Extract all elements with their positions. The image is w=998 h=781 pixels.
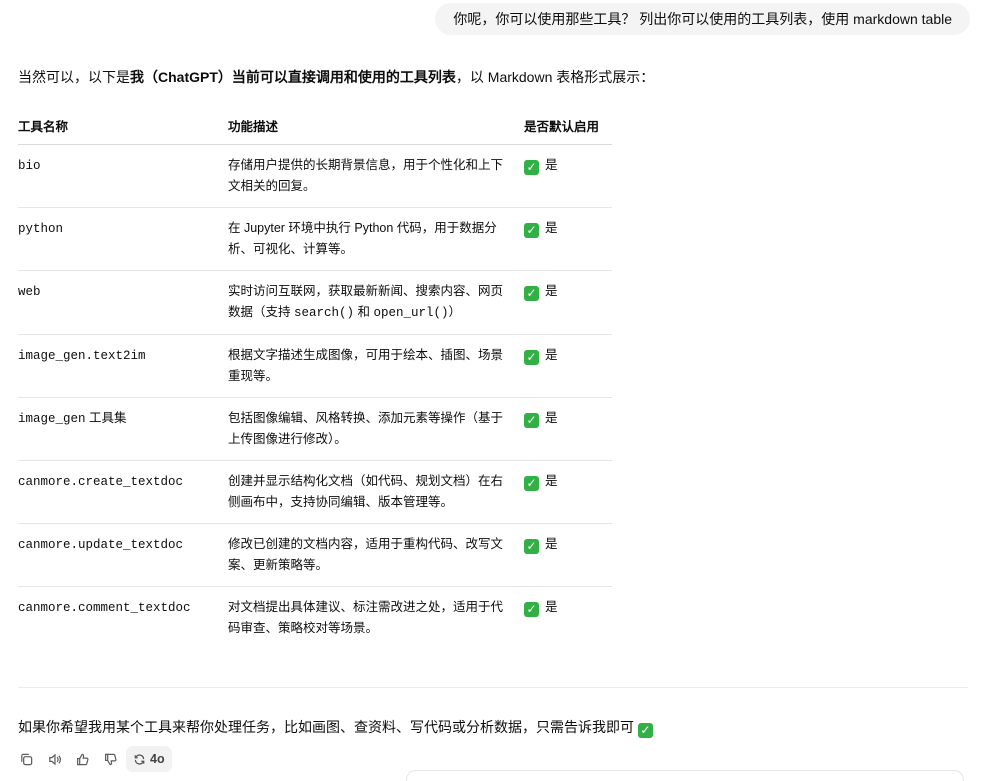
tool-name-cell: image_gen 工具集 — [18, 397, 228, 461]
check-emoji-icon: ✓ — [524, 160, 539, 175]
enabled-cell: ✓ 是 — [524, 587, 612, 650]
tool-description: 创建并显示结构化文档（如代码、规划文档）在右侧画布中，支持协同编辑、版本管理等。 — [228, 460, 524, 524]
table-row: web 实时访问互联网，获取最新新闻、搜索内容、网页数据（支持 search() … — [18, 270, 612, 335]
tool-name-cell: canmore.create_textdoc — [18, 460, 228, 524]
read-aloud-button[interactable] — [42, 746, 66, 772]
thumbs-up-icon — [76, 753, 88, 765]
description-part: 和 — [354, 305, 374, 319]
intro-suffix: ，以 Markdown 表格形式展示： — [455, 69, 655, 85]
table-row: bio 存储用户提供的长期背景信息，用于个性化和上下文相关的回复。 ✓ 是 — [18, 144, 612, 208]
tool-name-cell: web — [18, 270, 228, 335]
assistant-intro: 当然可以，以下是我（ChatGPT）当前可以直接调用和使用的工具列表，以 Mar… — [18, 67, 654, 87]
message-divider — [18, 687, 968, 688]
enabled-cell: ✓ 是 — [524, 523, 612, 587]
description-part: ） — [448, 305, 461, 319]
tool-name: bio — [18, 159, 41, 173]
tool-name-suffix: 工具集 — [85, 411, 127, 425]
tool-name: canmore.create_textdoc — [18, 475, 184, 489]
enabled-cell: ✓ 是 — [524, 270, 612, 335]
enabled-value: 是 — [545, 474, 558, 488]
table-row: image_gen 工具集 包括图像编辑、风格转换、添加元素等操作（基于上传图像进… — [18, 397, 612, 461]
assistant-closing: 如果你希望我用某个工具来帮你处理任务，比如画图、查资料、写代码或分析数据，只需告… — [18, 717, 659, 738]
check-emoji-icon: ✓ — [524, 539, 539, 554]
user-message-bubble: 你呢，你可以使用那些工具？ 列出你可以使用的工具列表，使用 markdown t… — [435, 3, 970, 35]
message-actions: 4o — [14, 746, 172, 772]
bad-response-button[interactable] — [98, 746, 122, 772]
table-row: python 在 Jupyter 环境中执行 Python 代码，用于数据分析、可… — [18, 207, 612, 271]
tool-description: 根据文字描述生成图像，可用于绘本、插图、场景重现等。 — [228, 334, 524, 398]
speaker-icon — [48, 753, 61, 765]
thumbs-down-icon — [104, 753, 116, 765]
tool-description: 实时访问互联网，获取最新新闻、搜索内容、网页数据（支持 search() 和 o… — [228, 270, 524, 335]
tool-name: image_gen — [18, 412, 86, 426]
tool-description: 在 Jupyter 环境中执行 Python 代码，用于数据分析、可视化、计算等… — [228, 207, 524, 271]
enabled-value: 是 — [545, 158, 558, 172]
tool-name-cell: canmore.comment_textdoc — [18, 587, 228, 650]
table-row: image_gen.text2im 根据文字描述生成图像，可用于绘本、插图、场景重… — [18, 334, 612, 398]
enabled-value: 是 — [545, 411, 558, 425]
check-emoji-icon: ✓ — [524, 286, 539, 301]
enabled-value: 是 — [545, 221, 558, 235]
header-description: 功能描述 — [228, 106, 524, 145]
check-emoji-icon: ✓ — [524, 413, 539, 428]
tool-name-cell: image_gen.text2im — [18, 334, 228, 398]
check-emoji-icon: ✓ — [637, 723, 653, 738]
tool-name: image_gen.text2im — [18, 349, 146, 363]
intro-bold: 我（ChatGPT）当前可以直接调用和使用的工具列表 — [130, 69, 456, 85]
good-response-button[interactable] — [70, 746, 94, 772]
enabled-cell: ✓ 是 — [524, 397, 612, 461]
enabled-value: 是 — [545, 600, 558, 614]
tool-description: 对文档提出具体建议、标注需改进之处，适用于代码审查、策略校对等场景。 — [228, 600, 504, 635]
closing-text: 如果你希望我用某个工具来帮你处理任务，比如画图、查资料、写代码或分析数据，只需告… — [18, 719, 634, 735]
description-part: search() — [293, 306, 354, 320]
check-emoji-icon: ✓ — [524, 223, 539, 238]
header-tool-name: 工具名称 — [18, 106, 228, 145]
switch-model-button[interactable]: 4o — [126, 746, 172, 772]
enabled-value: 是 — [545, 537, 558, 551]
enabled-cell: ✓ 是 — [524, 334, 612, 398]
description-part: open_url() — [373, 306, 449, 320]
refresh-icon — [134, 753, 145, 765]
enabled-value: 是 — [545, 284, 558, 298]
tool-name-cell: canmore.update_textdoc — [18, 523, 228, 587]
table-row: canmore.update_textdoc 修改已创建的文档内容，适用于重构代码… — [18, 523, 612, 587]
enabled-cell: ✓ 是 — [524, 460, 612, 524]
check-emoji-icon: ✓ — [524, 350, 539, 365]
table-row: canmore.comment_textdoc 对文档提出具体建议、标注需改进之处… — [18, 587, 612, 650]
tool-name: canmore.update_textdoc — [18, 538, 184, 552]
tool-name-cell: python — [18, 207, 228, 271]
table-row: canmore.create_textdoc 创建并显示结构化文档（如代码、规划文… — [18, 460, 612, 524]
tools-table: 工具名称 功能描述 是否默认启用 bio 存储用户提供的长期背景信息，用于个性化和… — [18, 106, 612, 649]
enabled-cell: ✓ 是 — [524, 207, 612, 271]
tool-description: 存储用户提供的长期背景信息，用于个性化和上下文相关的回复。 — [228, 144, 524, 208]
enabled-value: 是 — [545, 348, 558, 362]
tool-name: python — [18, 222, 64, 236]
enabled-cell: ✓ 是 — [524, 144, 612, 208]
check-emoji-icon: ✓ — [524, 602, 539, 617]
header-enabled: 是否默认启用 — [524, 106, 612, 145]
tool-name: web — [18, 285, 41, 299]
intro-prefix: 当然可以，以下是 — [18, 69, 130, 85]
table-header-row: 工具名称 功能描述 是否默认启用 — [18, 106, 612, 145]
copy-button[interactable] — [14, 746, 38, 772]
composer-box[interactable] — [406, 770, 964, 781]
tool-name-cell: bio — [18, 144, 228, 208]
model-label: 4o — [150, 752, 165, 766]
tool-description: 修改已创建的文档内容，适用于重构代码、改写文案、更新策略等。 — [228, 523, 524, 587]
copy-icon — [20, 753, 32, 765]
tool-name: canmore.comment_textdoc — [18, 601, 191, 615]
tool-description: 包括图像编辑、风格转换、添加元素等操作（基于上传图像进行修改）。 — [228, 397, 524, 461]
check-emoji-icon: ✓ — [524, 476, 539, 491]
